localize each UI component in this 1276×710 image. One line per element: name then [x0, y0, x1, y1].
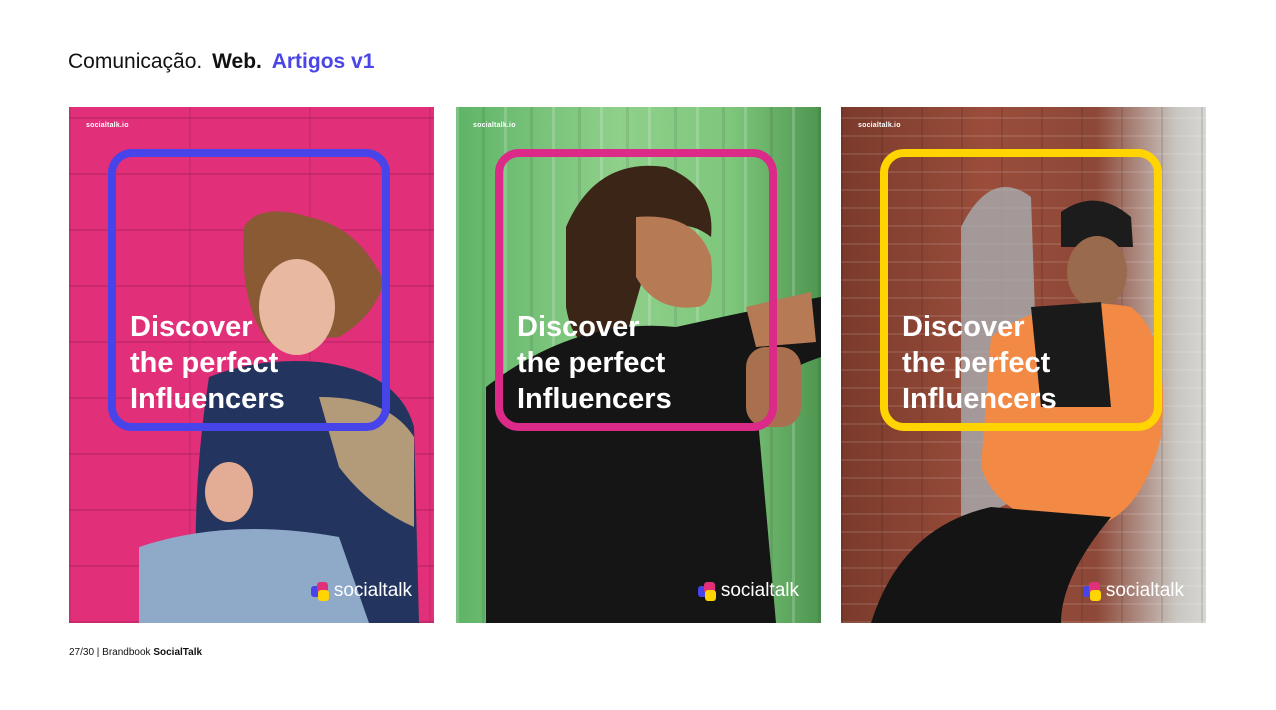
page-title: Comunicação. Web. Artigos v1 [68, 50, 374, 74]
socialtalk-logo: socialtalk [310, 580, 412, 602]
headline-line-3: Influencers [130, 383, 285, 415]
headline-line-1: Discover [517, 311, 640, 343]
page-number: 27/30 | Brandbook [69, 647, 151, 658]
footer-brand: SocialTalk [153, 647, 203, 658]
headline-line-3: Influencers [517, 383, 672, 415]
page-footer: 27/30 | Brandbook SocialTalk [69, 647, 202, 658]
article-card-3: socialtalk.io Discover the perfect Influ… [841, 107, 1206, 623]
headline-line-2: the perfect [517, 347, 666, 379]
headline-line-1: Discover [902, 311, 1025, 343]
headline-line-3: Influencers [902, 383, 1057, 415]
article-card-1: socialtalk.io Discover the perfect Influ… [69, 107, 434, 623]
headline-line-1: Discover [130, 311, 253, 343]
title-section: Comunicação. [68, 50, 203, 73]
site-label: socialtalk.io [858, 122, 901, 129]
article-card-2: socialtalk.io Discover the perfect Influ… [456, 107, 821, 623]
socialtalk-logo: socialtalk [1082, 580, 1184, 602]
logo-text: socialtalk [333, 580, 412, 601]
headline: Discover the perfect Influencers [130, 309, 285, 417]
title-subject: Artigos v1 [271, 50, 375, 73]
logo-text: socialtalk [720, 580, 799, 601]
logo-mark-icon [1082, 581, 1102, 601]
headline-line-2: the perfect [130, 347, 279, 379]
headline: Discover the perfect Influencers [517, 309, 672, 417]
socialtalk-logo: socialtalk [697, 580, 799, 602]
headline: Discover the perfect Influencers [902, 309, 1057, 417]
site-label: socialtalk.io [86, 122, 129, 129]
logo-mark-icon [697, 581, 717, 601]
site-label: socialtalk.io [473, 122, 516, 129]
headline-line-2: the perfect [902, 347, 1051, 379]
logo-text: socialtalk [1105, 580, 1184, 601]
logo-mark-icon [310, 581, 330, 601]
title-channel: Web. [212, 50, 262, 73]
